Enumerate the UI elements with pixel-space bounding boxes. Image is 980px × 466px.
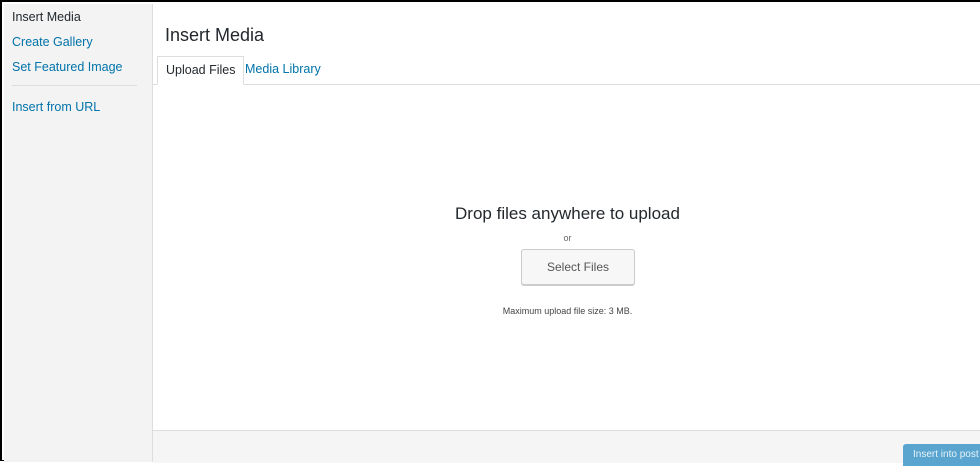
media-toolbar-footer: Insert into post [153, 430, 980, 466]
sidebar-item-set-featured-image[interactable]: Set Featured Image [4, 54, 152, 79]
router-tabs: Upload Files Media Library [153, 56, 980, 85]
sidebar-separator [12, 85, 137, 86]
drop-files-heading: Drop files anywhere to upload [455, 204, 680, 223]
sidebar-item-insert-media[interactable]: Insert Media [4, 4, 152, 29]
sidebar-item-create-gallery[interactable]: Create Gallery [4, 29, 152, 54]
sidebar-item-insert-from-url[interactable]: Insert from URL [4, 94, 152, 119]
insert-into-post-button[interactable]: Insert into post [903, 444, 980, 466]
media-modal: Insert Media Create Gallery Set Featured… [0, 0, 980, 466]
or-label: or [563, 233, 572, 243]
max-upload-size-text: Maximum upload file size: 3 MB. [502, 306, 633, 316]
media-frame-content: Insert Media Upload Files Media Library … [153, 4, 980, 466]
tab-upload-files[interactable]: Upload Files [157, 56, 245, 85]
page-title: Insert Media [165, 25, 265, 45]
tab-media-library[interactable]: Media Library [237, 56, 329, 83]
select-files-button[interactable]: Select Files [521, 249, 635, 285]
media-menu-sidebar: Insert Media Create Gallery Set Featured… [4, 4, 153, 462]
